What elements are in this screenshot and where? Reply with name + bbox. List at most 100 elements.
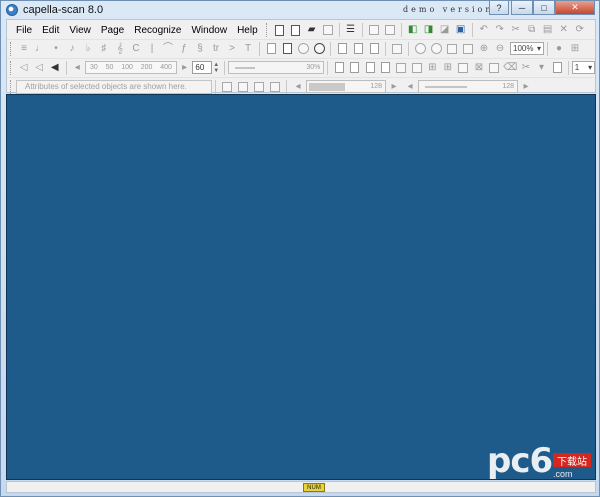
- copy-icon[interactable]: ⧉: [525, 23, 539, 37]
- treble-clef-icon[interactable]: 𝄞: [113, 42, 127, 56]
- merge-icon[interactable]: [410, 61, 424, 75]
- slider-left-icon[interactable]: ◂: [403, 80, 417, 94]
- threshold-slider[interactable]: 30%: [227, 61, 325, 74]
- flat-icon[interactable]: ♭: [81, 42, 95, 56]
- trill-icon[interactable]: tr: [209, 42, 223, 56]
- layout-icon[interactable]: [335, 42, 349, 56]
- grid-view-icon[interactable]: ⊞: [426, 61, 440, 75]
- toolbar-grip[interactable]: [265, 23, 269, 37]
- zoom-height-icon[interactable]: [461, 42, 475, 56]
- justify-icon[interactable]: [268, 80, 282, 94]
- menu-file[interactable]: File: [11, 25, 37, 36]
- new-document-icon[interactable]: [273, 23, 287, 37]
- slider-right-icon[interactable]: ▸: [519, 80, 533, 94]
- page-icon[interactable]: [550, 61, 564, 75]
- document-workspace[interactable]: [6, 94, 596, 480]
- page-next-icon[interactable]: [363, 61, 377, 75]
- remove-icon[interactable]: ⊠: [472, 61, 486, 75]
- grid-alt-icon[interactable]: ⊞: [441, 61, 455, 75]
- toolbar-grip[interactable]: [10, 41, 13, 56]
- barline-icon[interactable]: |: [145, 42, 159, 56]
- value-input[interactable]: 60: [192, 61, 212, 74]
- save-icon[interactable]: [321, 23, 335, 37]
- scroll-left-icon[interactable]: ◂: [71, 61, 85, 75]
- slur-icon[interactable]: ⌒: [161, 42, 175, 56]
- scroll-right-icon[interactable]: ▸: [178, 61, 192, 75]
- menu-page[interactable]: Page: [96, 25, 129, 36]
- menu-edit[interactable]: Edit: [37, 25, 64, 36]
- align-right-icon[interactable]: [252, 80, 266, 94]
- dynamics-icon[interactable]: ƒ: [177, 42, 191, 56]
- rows-icon[interactable]: [367, 42, 381, 56]
- brightness-slider[interactable]: 128: [306, 80, 386, 93]
- common-time-icon[interactable]: C: [129, 42, 143, 56]
- zoom-fit-icon[interactable]: [429, 42, 443, 56]
- menu-window[interactable]: Window: [186, 25, 232, 36]
- refresh-icon[interactable]: ⟳: [573, 23, 587, 37]
- segno-icon[interactable]: §: [193, 42, 207, 56]
- page-last-icon[interactable]: [379, 61, 393, 75]
- minimize-button[interactable]: ─: [511, 1, 533, 15]
- import-icon[interactable]: ◧: [406, 23, 420, 37]
- delete-icon[interactable]: ✕: [557, 23, 571, 37]
- scissors-icon[interactable]: ✂: [519, 61, 533, 75]
- redo-icon[interactable]: ↷: [493, 23, 507, 37]
- save-as-icon[interactable]: [367, 23, 381, 37]
- align-center-icon[interactable]: [236, 80, 250, 94]
- speaker-off-icon[interactable]: ◁: [17, 61, 31, 75]
- page-first-icon[interactable]: [332, 61, 346, 75]
- toolbar-grip[interactable]: [10, 79, 13, 94]
- toolbar-grip[interactable]: [10, 60, 13, 75]
- help-context-icon[interactable]: [312, 42, 326, 56]
- zoom-width-icon[interactable]: [445, 42, 459, 56]
- speaker-on-icon[interactable]: ◀: [48, 61, 62, 75]
- sharp-icon[interactable]: ♯: [97, 42, 111, 56]
- text-icon[interactable]: T: [241, 42, 255, 56]
- slider-left-icon[interactable]: ◂: [291, 80, 305, 94]
- chevron-down-icon[interactable]: ▾: [535, 61, 549, 75]
- record-icon[interactable]: ●: [552, 42, 566, 56]
- slider-right-icon[interactable]: ▸: [387, 80, 401, 94]
- zoom-out-icon[interactable]: ⊖: [493, 42, 507, 56]
- fit-page-icon[interactable]: [390, 42, 404, 56]
- undo-icon[interactable]: ↶: [477, 23, 491, 37]
- half-note-icon[interactable]: ♩: [33, 42, 47, 56]
- close-button[interactable]: ✕: [555, 1, 595, 15]
- settings-icon[interactable]: [296, 42, 310, 56]
- list-view-icon[interactable]: ☰: [344, 23, 358, 37]
- menu-help[interactable]: Help: [232, 25, 263, 36]
- menu-view[interactable]: View: [64, 25, 96, 36]
- resolution-ruler[interactable]: 30 50 100 200 400: [85, 61, 177, 74]
- eighth-note-icon[interactable]: ♪: [65, 42, 79, 56]
- zoom-select[interactable]: 100% ▾: [510, 42, 544, 55]
- crop-icon[interactable]: [488, 61, 502, 75]
- cut-icon[interactable]: ✂: [509, 23, 523, 37]
- page-prev-icon[interactable]: [348, 61, 362, 75]
- open-folder-icon[interactable]: ▰: [305, 23, 319, 37]
- value-spinner[interactable]: ▲ ▼: [212, 61, 221, 74]
- contrast-slider[interactable]: 128: [418, 80, 518, 93]
- open-scan-icon[interactable]: [289, 23, 303, 37]
- grid-icon[interactable]: ⊞: [568, 42, 582, 56]
- accent-icon[interactable]: >: [225, 42, 239, 56]
- send-to-capella-icon[interactable]: ▣: [454, 23, 468, 37]
- voice-select[interactable]: 1 ▾: [571, 61, 596, 74]
- staff-icon[interactable]: ≡: [17, 42, 31, 56]
- paste-icon[interactable]: ▤: [541, 23, 555, 37]
- properties-icon[interactable]: [280, 42, 294, 56]
- maximize-button[interactable]: □: [533, 1, 555, 15]
- zoom-in-icon[interactable]: ⊕: [477, 42, 491, 56]
- menu-recognize[interactable]: Recognize: [129, 25, 186, 36]
- note-tool-icon[interactable]: [457, 61, 471, 75]
- split-icon[interactable]: [394, 61, 408, 75]
- page-list-icon[interactable]: [264, 42, 278, 56]
- zoom-window-icon[interactable]: [413, 42, 427, 56]
- speaker-low-icon[interactable]: ◁: [32, 61, 46, 75]
- export-icon[interactable]: ◨: [422, 23, 436, 37]
- align-left-icon[interactable]: [220, 80, 234, 94]
- whole-note-icon[interactable]: •: [49, 42, 63, 56]
- eraser-icon[interactable]: ⌫: [503, 61, 517, 75]
- save-all-icon[interactable]: [383, 23, 397, 37]
- help-button[interactable]: ?: [489, 1, 509, 15]
- transfer-icon[interactable]: ◪: [438, 23, 452, 37]
